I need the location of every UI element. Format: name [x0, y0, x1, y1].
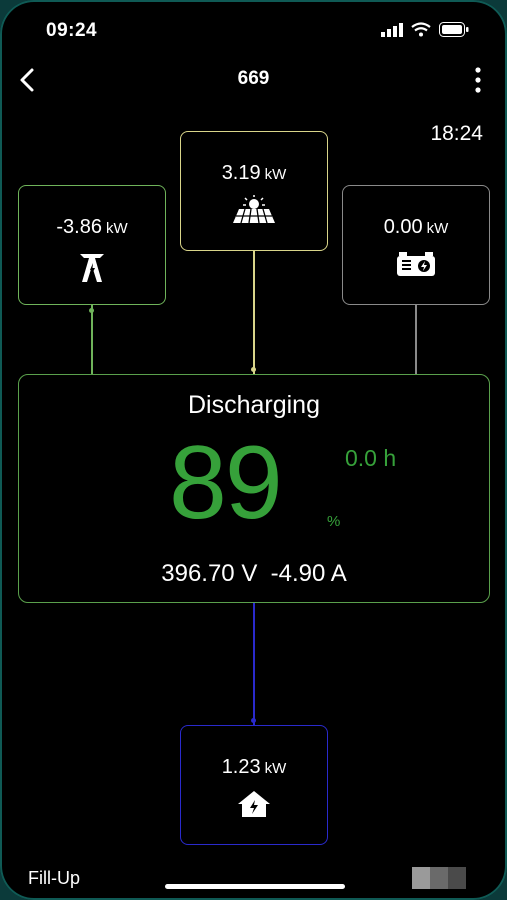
home-power-value: 1.23 — [221, 756, 261, 778]
status-icons — [381, 22, 469, 37]
home-node[interactable]: 1.23 kW — [180, 725, 328, 845]
grid-power-unit: kW — [105, 220, 128, 237]
grid-power: -3.86 kW — [19, 216, 165, 239]
grid-power-value: -3.86 — [56, 216, 102, 238]
status-bar: 09:24 — [0, 0, 507, 60]
preview-thumbnail[interactable] — [412, 867, 466, 889]
battery-voltage-current: 396.70 V -4.90 A — [161, 560, 347, 587]
battery-status-icon — [439, 22, 469, 37]
battery-remaining-time: 0.0 h — [345, 445, 397, 471]
grid-flow-dot — [89, 308, 94, 313]
solar-flow-dot — [251, 367, 256, 372]
battery-soc: 89 — [169, 425, 283, 541]
grid-node[interactable]: -3.86 kW — [18, 185, 166, 305]
home-power: 1.23 kW — [181, 756, 327, 779]
generator-icon — [397, 252, 435, 276]
status-time: 09:24 — [46, 20, 98, 41]
battery-soc-unit: % — [327, 513, 341, 530]
house-icon — [238, 791, 270, 817]
battery-panel[interactable]: Discharging 89 % 0.0 h 396.70 V -4.90 A — [18, 374, 490, 603]
battery-state: Discharging — [187, 391, 320, 419]
solar-power-value: 3.19 — [221, 162, 261, 184]
fill-up-button[interactable]: Fill-Up — [28, 868, 80, 889]
phone-screen: 09:24 669 18:24 -3.86 kW 3.19 kW 0.00 kW… — [0, 0, 507, 900]
update-time: 18:24 — [430, 122, 483, 145]
home-flow-line — [253, 603, 255, 725]
generator-flow-line — [415, 305, 417, 374]
signal-icon — [381, 22, 403, 37]
solar-node[interactable]: 3.19 kW — [180, 131, 328, 251]
nav-bar: 669 — [0, 60, 507, 100]
generator-power: 0.00 kW — [343, 216, 489, 239]
power-tower-icon — [80, 254, 104, 282]
solar-power-unit: kW — [264, 166, 287, 183]
page-title: 669 — [237, 68, 270, 89]
generator-node[interactable]: 0.00 kW — [342, 185, 490, 305]
home-flow-dot — [251, 718, 256, 723]
generator-power-unit: kW — [426, 220, 449, 237]
wifi-icon — [411, 22, 431, 37]
more-vertical-icon[interactable] — [473, 66, 483, 94]
generator-power-value: 0.00 — [383, 216, 423, 238]
thumbnail-segment — [430, 867, 448, 889]
solar-power: 3.19 kW — [181, 162, 327, 185]
home-power-unit: kW — [264, 760, 287, 777]
thumbnail-segment — [448, 867, 466, 889]
solar-flow-line — [253, 251, 255, 374]
solar-panel-icon — [233, 195, 275, 224]
thumbnail-segment — [412, 867, 430, 889]
home-indicator[interactable] — [165, 884, 345, 889]
grid-flow-line — [91, 305, 93, 374]
